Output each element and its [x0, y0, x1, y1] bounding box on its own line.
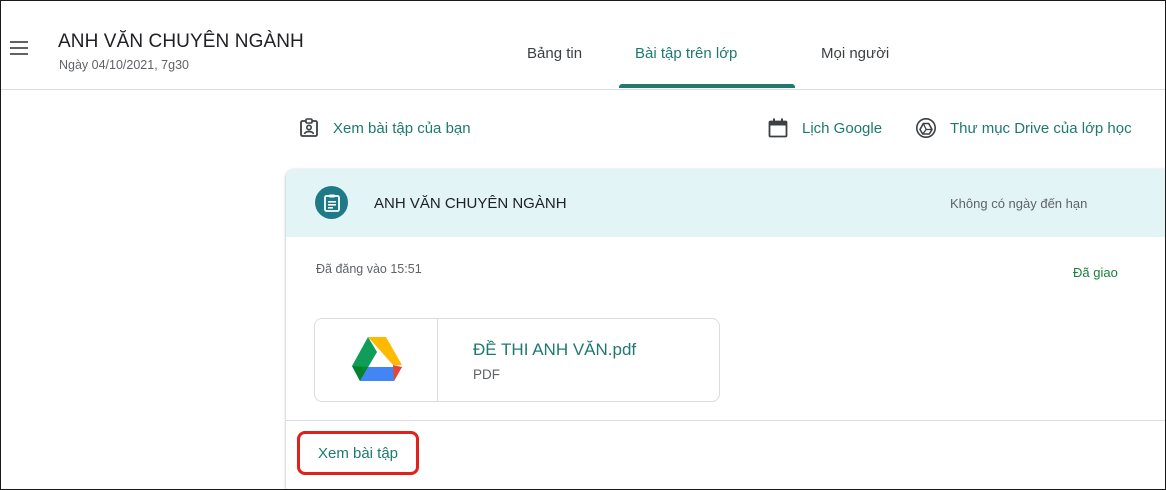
top-bar: ANH VĂN CHUYÊN NGÀNH Ngày 04/10/2021, 7g…	[1, 1, 1165, 90]
calendar-icon	[768, 118, 788, 138]
attachment-file-name[interactable]: ĐỀ THI ANH VĂN.pdf	[473, 340, 636, 360]
tab-stream[interactable]: Bảng tin	[527, 45, 582, 62]
google-calendar-label: Lịch Google	[802, 119, 883, 137]
view-your-work-link[interactable]: Xem bài tập của bạn	[299, 117, 471, 139]
drive-outline-icon	[915, 118, 937, 138]
attachment-thumbnail	[315, 319, 438, 401]
assignment-ind-icon	[299, 118, 319, 138]
google-calendar-link[interactable]: Lịch Google	[768, 117, 882, 139]
google-drive-icon	[352, 337, 402, 381]
assignment-card: ANH VĂN CHUYÊN NGÀNH Không có ngày đến h…	[286, 169, 1165, 489]
assignment-card-footer: Xem bài tập	[286, 420, 1165, 489]
class-subtitle: Ngày 04/10/2021, 7g30	[59, 58, 189, 72]
attachment-file-type: PDF	[473, 367, 500, 382]
view-assignment-button[interactable]: Xem bài tập	[297, 431, 419, 475]
due-date-text: Không có ngày đến hạn	[950, 196, 1088, 211]
tab-people[interactable]: Mọi người	[821, 45, 889, 62]
tab-classwork[interactable]: Bài tập trên lớp	[635, 45, 737, 62]
assignment-card-header[interactable]: ANH VĂN CHUYÊN NGÀNH Không có ngày đến h…	[286, 169, 1165, 237]
assignment-title: ANH VĂN CHUYÊN NGÀNH	[374, 195, 567, 212]
class-drive-label: Thư mục Drive của lớp học	[950, 119, 1132, 137]
hamburger-menu-icon[interactable]	[10, 41, 30, 55]
assignment-icon	[315, 186, 348, 219]
assignment-status: Đã giao	[1073, 265, 1118, 280]
posted-time: Đã đăng vào 15:51	[316, 262, 422, 276]
attachment-card[interactable]: ĐỀ THI ANH VĂN.pdf PDF	[314, 318, 720, 402]
classroom-window: ANH VĂN CHUYÊN NGÀNH Ngày 04/10/2021, 7g…	[0, 0, 1166, 490]
view-your-work-label: Xem bài tập của bạn	[333, 119, 471, 137]
class-title[interactable]: ANH VĂN CHUYÊN NGÀNH	[58, 31, 304, 53]
class-drive-folder-link[interactable]: Thư mục Drive của lớp học	[915, 117, 1132, 139]
active-tab-indicator	[619, 84, 795, 88]
